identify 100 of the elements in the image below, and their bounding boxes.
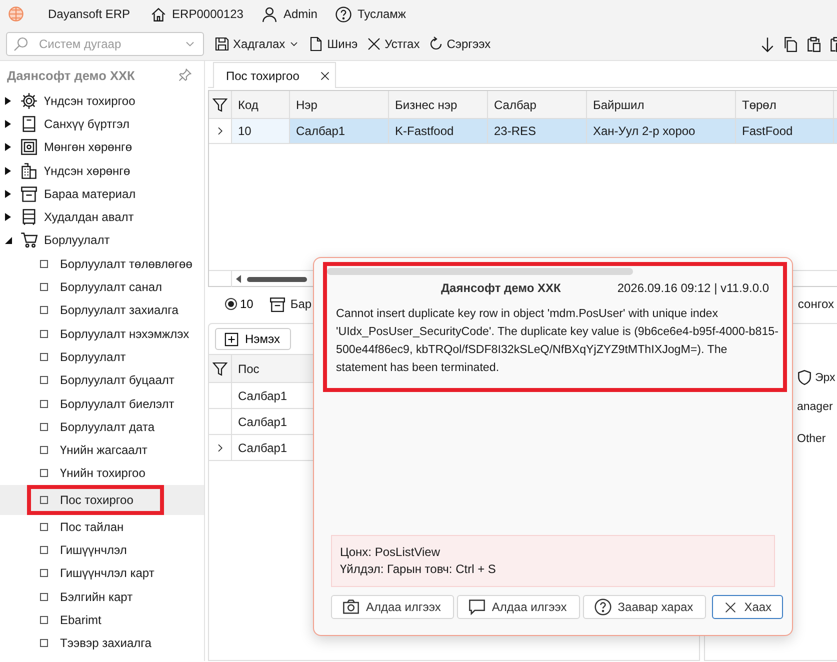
table-cell: Салбар1 [231,409,311,434]
close-icon [319,70,332,82]
column-header[interactable]: Эрх [815,372,836,384]
nav-subitem[interactable]: Үнийн тохиргоо [0,462,204,486]
scrollbar-thumb[interactable] [247,276,307,282]
help-icon [335,6,352,22]
expand-arrow-icon[interactable] [5,213,11,222]
nav-subitem[interactable]: Үнийн жагсаалт [0,438,204,462]
filter-icon [212,96,228,112]
bullet-icon [40,569,48,578]
nav-subitem[interactable]: Гишүүнчлэл карт [0,562,204,585]
nav-subitem[interactable]: Пос тайлан [0,515,204,538]
table-cell: 10 [231,119,289,143]
help-button[interactable]: Заавар харах [582,595,706,619]
nav-item[interactable]: Мөнгөн хөрөнгө [0,136,204,159]
error-message: Cannot insert duplicate key row in object 'mdm.PosUser' with unique index 'UIdx_PosUser_SecurityCode'. The duplicate key value is (9b6ce6e4-b95f-4000-b815-500e44f86ec9, kbTRQol/fSDF8I32kSLeQ/NfBXqYjZYZ9tMThIXJogM=). The statement has been terminated. [336,306,779,376]
context-line: Цонх: PosListView [340,544,441,561]
table-cell: Салбар1 [231,435,311,460]
globe-logo-icon [8,6,24,22]
document-icon [308,36,324,52]
refresh-icon [428,36,444,52]
column-header[interactable]: Төрөл [735,91,833,118]
cart-icon [20,231,38,250]
nav-subitem[interactable]: Гишүүнчлэл [0,538,204,562]
nav-subitem[interactable]: Борлуулалт биелэлт [0,392,204,416]
book-icon [20,114,38,133]
collapse-arrow-icon[interactable] [5,236,12,244]
delete-button[interactable]: Устгах [364,34,422,54]
down-arrow-icon [759,36,776,52]
document-tab[interactable]: Пос тохиргоо [213,62,336,88]
nav-item[interactable]: Худалдан авалт [0,205,204,229]
shield-icon [796,369,813,386]
document-number[interactable]: ERP0000123 [172,7,244,21]
nav-item[interactable]: Үндсэн хөрөнгө [0,158,204,182]
building-icon [20,162,38,180]
add-button[interactable]: Нэмэх [215,328,292,350]
expand-arrow-icon[interactable] [5,120,11,128]
column-header[interactable]: Нэр [289,91,388,118]
camera-icon [342,598,360,616]
scroll-left-icon[interactable] [236,275,241,283]
column-header[interactable]: Код [231,91,289,118]
nav-subitem[interactable]: Борлуулалт төлөвлөгөө [0,252,204,276]
user-name[interactable]: Admin [283,7,318,21]
close-button[interactable]: Хаах [712,595,783,619]
bullet-icon [40,616,48,624]
nav-item[interactable]: Бараа материал [0,182,204,206]
bullet-icon [40,446,48,454]
nav-subitem[interactable]: Ebarimt [0,608,204,632]
speech-bubble-icon [468,598,486,616]
copy-icon [782,36,799,52]
table-cell: Хан-Уул 2-р хороо [586,119,735,143]
nav-subitem[interactable]: Борлуулалт [0,345,204,369]
bullet-icon [40,330,48,338]
pin-icon [178,68,192,82]
bullet-icon [40,639,48,648]
refresh-button[interactable]: Сэргээх [426,34,493,54]
nav-subitem[interactable]: Борлуулалт санал [0,275,204,299]
bullet-icon [40,376,48,384]
nav-subitem[interactable]: Бэлгийн карт [0,584,204,608]
bullet-icon [40,283,48,292]
table-cell: FastFood [735,119,833,143]
nav-item[interactable]: Санхүү бүртгэл [0,112,204,136]
nav-subitem[interactable]: Пос тохиргоо [0,485,204,516]
home-icon [150,6,168,22]
expand-arrow-icon[interactable] [5,166,11,175]
screenshot-button[interactable]: Алдаа илгээх [331,595,454,619]
nav-subitem[interactable]: Борлуулалт нэхэмжлэх [0,322,204,346]
column-header[interactable]: Салбар [487,91,586,118]
expand-arrow-icon[interactable] [5,190,11,198]
nav-subitem[interactable]: Борлуулалт захиалга [0,298,204,322]
bullet-icon [40,496,48,504]
bullet-icon [40,400,48,408]
search-icon [13,36,29,52]
nav-subitem[interactable]: Борлуулалт дата [0,415,204,438]
expand-arrow-icon[interactable] [5,96,11,105]
table-cell: 23-RES [487,119,586,143]
bullet-icon [40,352,48,361]
expand-arrow-icon[interactable] [5,143,11,152]
column-header[interactable]: Байршил [586,91,735,118]
archive-box-icon [20,184,38,203]
nav-subitem[interactable]: Тээвэр захиалга [0,632,204,655]
help-link[interactable]: Тусламж [357,7,406,21]
message-button[interactable]: Алдаа илгээх [456,595,580,619]
column-header[interactable]: Пос [231,355,311,382]
toolbar-button-label[interactable]: сонгох [798,297,834,311]
save-button[interactable]: Хадгалах [212,34,302,54]
nav-item[interactable]: Борлуулалт [0,228,204,252]
bullet-icon [40,546,48,554]
column-header[interactable]: Бизнес нэр [388,91,487,118]
nav-subitem[interactable]: Борлуулалт буцаалт [0,368,204,392]
toolbar-button-label[interactable]: Бар [290,297,312,311]
bullet-icon [40,260,48,268]
help-icon [594,598,612,616]
page-size-radio[interactable]: 10 [225,297,254,311]
bullet-icon [40,469,48,478]
nav-item[interactable]: Үндсэн тохиргоо [0,89,204,112]
table-cell: Салбар1 [289,119,388,143]
new-button[interactable]: Шинэ [306,34,360,54]
app-title: Dayansoft ERP [48,7,130,21]
dialog-company-name: Даянсофт демо ХХК [441,281,561,295]
